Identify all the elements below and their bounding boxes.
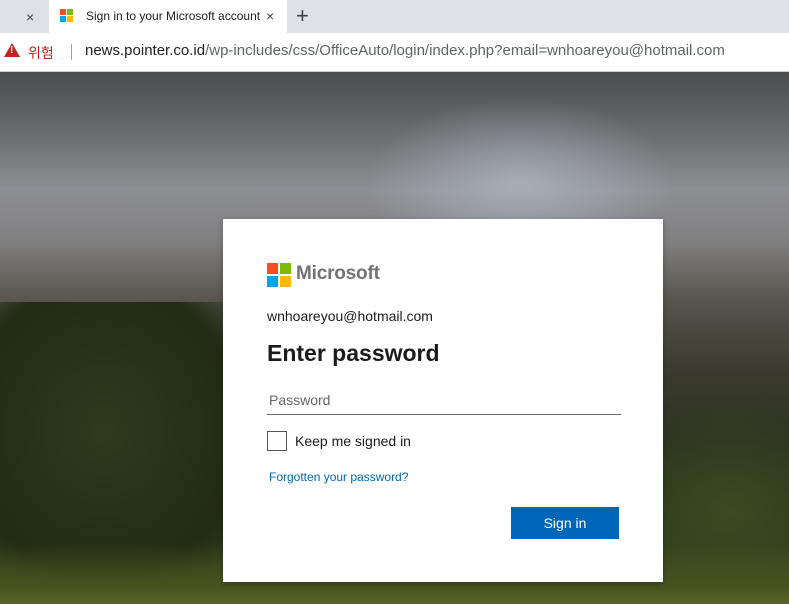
tab-title: Sign in to your Microsoft account [86,9,261,23]
address-bar[interactable]: 위험 news.pointer.co.id/wp-includes/css/Of… [0,33,789,72]
tab-active[interactable]: Sign in to your Microsoft account × [49,0,287,33]
tab-previous[interactable]: × [0,0,48,33]
sign-in-button[interactable]: Sign in [511,507,619,539]
forgot-password-link[interactable]: Forgotten your password? [269,470,408,484]
microsoft-logo-icon [267,263,291,287]
microsoft-favicon-icon [60,9,74,23]
brand-name: Microsoft [296,263,380,284]
url-host: news.pointer.co.id [85,42,206,59]
account-email: wnhoareyou@hotmail.com [267,308,433,324]
keep-signed-in-label[interactable]: Keep me signed in [295,433,411,449]
warning-triangle-icon[interactable] [4,43,20,57]
tab-strip: × Sign in to your Microsoft account × + [0,0,789,33]
signin-card: Microsoft wnhoareyou@hotmail.com Enter p… [223,219,663,582]
page-title: Enter password [267,340,440,366]
close-tab-icon[interactable]: × [266,8,274,24]
close-tab-icon[interactable]: × [26,9,34,25]
url-text[interactable]: news.pointer.co.id/wp-includes/css/Offic… [85,42,725,59]
page-background: Microsoft wnhoareyou@hotmail.com Enter p… [0,72,789,604]
keep-signed-in-checkbox[interactable] [267,431,287,451]
url-path: /wp-includes/css/OfficeAuto/login/index.… [205,42,725,59]
divider [71,44,72,60]
password-input[interactable] [267,386,621,415]
new-tab-button[interactable]: + [296,3,309,29]
security-warning-label[interactable]: 위험 [28,43,54,63]
